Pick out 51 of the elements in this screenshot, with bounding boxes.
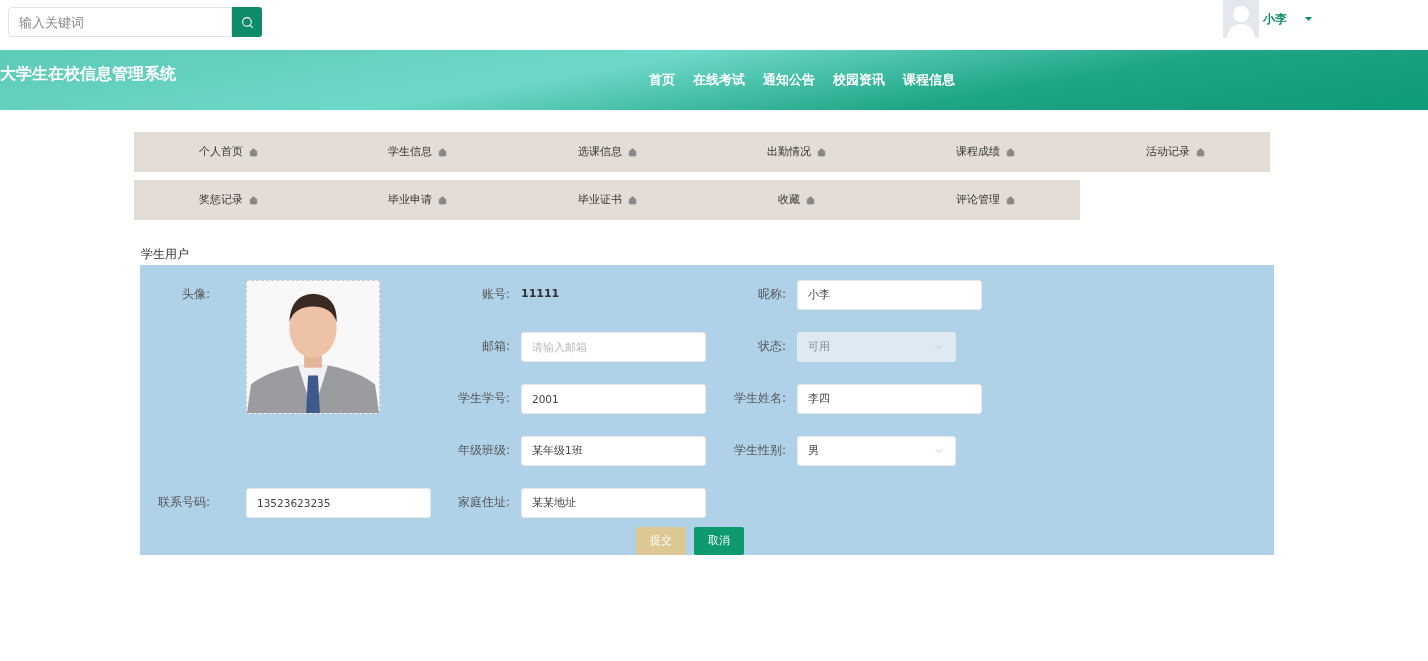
field-label: 年级班级:	[456, 442, 511, 459]
section-title: 学生用户	[141, 246, 190, 263]
field-label: 邮箱:	[480, 338, 511, 355]
home-icon	[249, 147, 259, 157]
menu-item[interactable]: 收藏	[701, 180, 892, 220]
input-field[interactable]: 13523623235	[246, 488, 431, 518]
select-field[interactable]: 男	[797, 436, 956, 466]
home-icon	[438, 147, 448, 157]
menu-item[interactable]: 课程成绩	[891, 132, 1081, 172]
input-field[interactable]: 小李	[797, 280, 982, 310]
input-field[interactable]: 2001	[521, 384, 706, 414]
field-label: 学生性别:	[732, 442, 787, 459]
field-label: 学生姓名:	[732, 390, 787, 407]
input-field[interactable]: 某某地址	[521, 488, 706, 518]
menu-item[interactable]: 学生信息	[323, 132, 513, 172]
field-label: 家庭住址:	[456, 494, 511, 511]
menu-item[interactable]: 出勤情况	[701, 132, 892, 172]
menu-item[interactable]: 活动记录	[1080, 132, 1270, 172]
home-icon	[627, 147, 637, 157]
search-button[interactable]	[232, 7, 262, 37]
field-label: 学生学号:	[456, 390, 511, 407]
avatar-icon	[1223, 0, 1259, 38]
menu-item[interactable]: 评论管理	[891, 180, 1081, 220]
account-value: 11111	[521, 286, 561, 302]
user-name[interactable]: 小李	[1263, 10, 1287, 28]
field-label: 状态:	[756, 338, 787, 355]
home-icon	[1006, 195, 1016, 205]
home-icon	[1006, 147, 1016, 157]
menu-item[interactable]: 个人首页	[134, 132, 324, 172]
search-field[interactable]: 输入关键词	[8, 7, 232, 37]
home-icon	[806, 195, 816, 205]
site-title: 大学生在校信息管理系统	[0, 63, 177, 85]
field-label: 账号:	[480, 286, 511, 303]
home-icon	[1195, 147, 1205, 157]
input-field[interactable]: 请输入邮箱	[521, 332, 706, 362]
caret-icon[interactable]	[1305, 17, 1312, 21]
menu-item[interactable]: 毕业申请	[323, 180, 513, 220]
field-label: 联系号码:	[156, 494, 211, 511]
field-label: 昵称:	[756, 286, 787, 303]
search-icon	[240, 15, 254, 29]
menu-item[interactable]: 奖惩记录	[134, 180, 324, 220]
home-icon	[627, 195, 637, 205]
field-label: 头像:	[180, 286, 211, 303]
menu-item[interactable]: 毕业证书	[512, 180, 702, 220]
menu-item[interactable]: 选课信息	[512, 132, 702, 172]
input-field[interactable]: 李四	[797, 384, 982, 414]
home-icon	[817, 147, 827, 157]
input-field[interactable]: 某年级1班	[521, 436, 706, 466]
home-icon	[438, 195, 448, 205]
cancel-button[interactable]: 取消	[694, 527, 744, 555]
home-icon	[249, 195, 259, 205]
